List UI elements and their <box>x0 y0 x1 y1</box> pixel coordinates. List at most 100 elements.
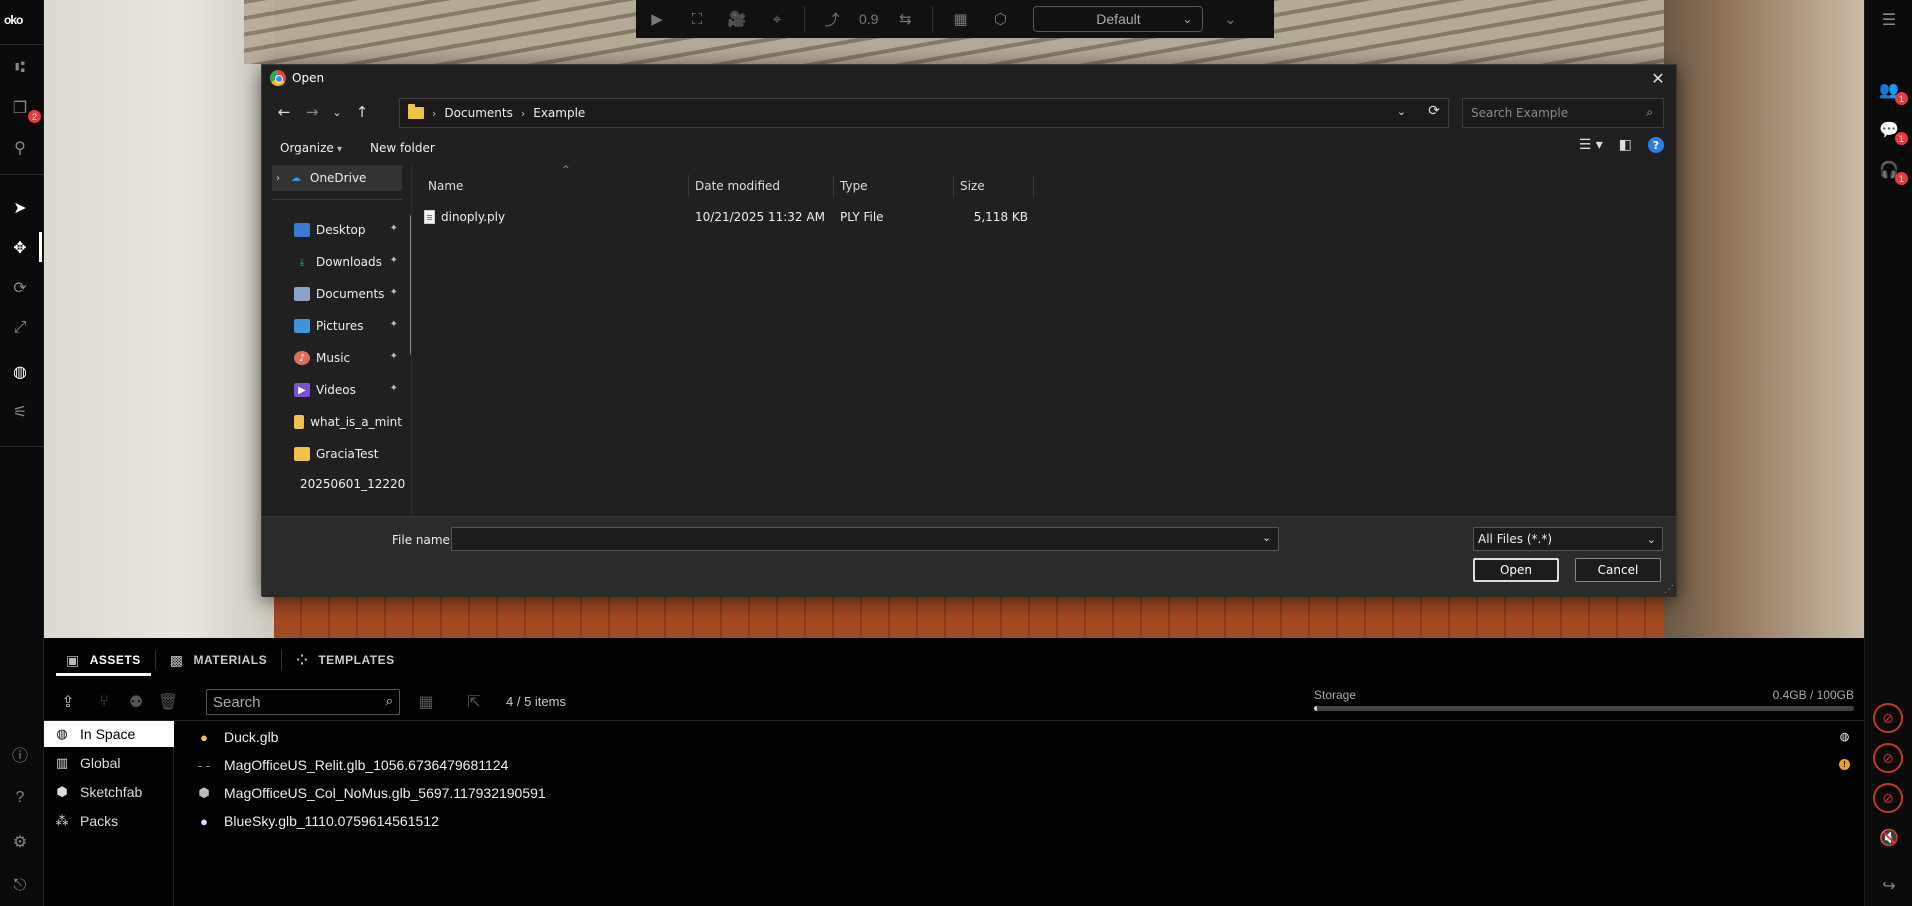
exit-icon[interactable]: ⎋ <box>8 874 32 898</box>
breadcrumb-documents[interactable]: Documents <box>444 106 512 120</box>
pin-icon[interactable]: ✦ <box>390 351 398 362</box>
breadcrumb-example[interactable]: Example <box>533 106 585 120</box>
nav-onedrive[interactable]: › ☁ OneDrive <box>272 165 402 191</box>
viewport-toolbar: ▶ ⛶ 🎥 ⌖ ⤴ 0.9 ⇆ ▦ ⬡ Default ⌄ ⌄ <box>636 0 1274 38</box>
tab-materials[interactable]: ▩ MATERIALS <box>160 638 277 682</box>
node-icon[interactable]: ⑂ <box>94 692 114 712</box>
organize-button[interactable]: Organize <box>280 141 342 155</box>
close-icon[interactable]: ✕ <box>1646 68 1670 88</box>
file-type-filter[interactable]: All Files (*.*) ⌄ <box>1473 527 1663 551</box>
source-in-space[interactable]: ◍ In Space <box>44 721 174 747</box>
preview-pane-icon[interactable]: ◧ <box>1619 137 1632 153</box>
chevron-right-icon[interactable]: › <box>276 173 280 184</box>
nav-desktop[interactable]: Desktop ✦ <box>262 217 402 243</box>
select-arrow-icon[interactable]: ➤ <box>8 196 32 220</box>
asset-search-input[interactable] <box>207 693 367 711</box>
source-global[interactable]: ▥ Global <box>44 750 174 776</box>
nav-pictures[interactable]: Pictures ✦ <box>262 313 402 339</box>
nav-downloads[interactable]: ⤓ Downloads ✦ <box>262 249 402 275</box>
screen-share-off-icon[interactable]: ⊘ <box>1873 703 1903 733</box>
search-icon[interactable]: ⌕ <box>386 693 393 709</box>
pin-icon[interactable]: ✦ <box>390 383 398 394</box>
speed-icon[interactable]: ⤴ <box>819 6 845 32</box>
dialog-search-input[interactable] <box>1471 106 1631 120</box>
file-type-filter-value: All Files (*.*) <box>1478 532 1553 546</box>
open-button[interactable]: Open <box>1473 558 1559 582</box>
search-icon[interactable]: ⌕ <box>1646 105 1653 120</box>
help-icon[interactable]: ? <box>1648 137 1664 153</box>
tab-templates[interactable]: ⁘ TEMPLATES <box>286 638 405 682</box>
mic-off-icon[interactable]: ⊘ <box>1873 743 1903 773</box>
scale-icon[interactable]: ⤢ <box>8 316 32 340</box>
nav-folder[interactable]: 20250601_12220 <box>262 471 405 497</box>
box-icon[interactable]: ⬡ <box>987 6 1013 32</box>
refresh-icon[interactable]: ⟳ <box>1428 103 1440 119</box>
robot-icon[interactable]: ⚉ <box>126 692 146 712</box>
back-arrow-icon[interactable]: ← <box>270 98 298 126</box>
info-icon[interactable]: ⓘ <box>8 742 32 766</box>
location-pin-icon[interactable]: ⚲ <box>8 136 32 160</box>
pin-icon[interactable]: ✦ <box>390 223 398 234</box>
file-row[interactable]: dinoply.ply 10/21/2025 11:32 AM PLY File… <box>422 205 1122 229</box>
forward-arrow-icon[interactable]: → <box>298 98 326 126</box>
file-name-input[interactable] <box>451 527 1279 551</box>
source-label: Packs <box>80 813 119 829</box>
nav-music[interactable]: ♪ Music ✦ <box>262 345 402 371</box>
grid-view-icon[interactable]: ▦ <box>416 692 436 712</box>
asset-row[interactable]: ⬢ MagOfficeUS_Col_NoMus.glb_5697.1179321… <box>184 779 1864 807</box>
map-pin-icon[interactable]: ⌖ <box>764 6 790 32</box>
chevron-down-icon[interactable]: ⌄ <box>1217 6 1243 32</box>
view-mode-select[interactable]: Default ⌄ <box>1033 6 1204 32</box>
grid-icon[interactable]: ▦ <box>947 6 973 32</box>
address-bar[interactable]: › Documents › Example ⌄ ⟳ <box>399 98 1449 128</box>
hierarchy-icon[interactable]: ⑆ <box>8 56 32 80</box>
resize-grip-icon[interactable]: ⋰ <box>1664 584 1674 595</box>
chrome-icon <box>270 70 286 86</box>
move-icon[interactable]: ✥ <box>8 236 32 260</box>
sliders-icon[interactable]: ⚟ <box>8 400 32 424</box>
fullscreen-icon[interactable]: ⛶ <box>684 6 710 32</box>
upload-icon[interactable]: ⇪ <box>58 692 78 712</box>
pin-icon[interactable]: ✦ <box>390 255 398 266</box>
tab-assets[interactable]: ▣ ASSETS <box>56 638 151 682</box>
pin-icon[interactable]: ✦ <box>390 319 398 330</box>
help-icon[interactable]: ? <box>8 786 32 810</box>
gear-icon[interactable]: ⚙ <box>8 830 32 854</box>
notification-badge: 2 <box>28 110 41 123</box>
chevron-down-icon[interactable]: ⌄ <box>1397 105 1406 118</box>
nav-label: Pictures <box>316 319 364 333</box>
view-details-icon[interactable]: ☰ ▾ <box>1579 137 1603 153</box>
recent-chevron-icon[interactable]: ⌄ <box>326 98 348 126</box>
column-size[interactable]: Size <box>954 175 1034 197</box>
play-icon[interactable]: ▶ <box>644 6 670 32</box>
share-icon[interactable]: ↪ <box>1877 874 1901 898</box>
camera-off-icon[interactable]: ⊘ <box>1873 783 1903 813</box>
column-date-modified[interactable]: Date modified <box>689 175 834 197</box>
rotate-icon[interactable]: ⟳ <box>8 276 32 300</box>
nav-videos[interactable]: ▶ Videos ✦ <box>262 377 402 403</box>
up-arrow-icon[interactable]: ↑ <box>348 98 376 126</box>
column-name[interactable]: Name <box>422 175 689 197</box>
globe-icon[interactable]: ◍ <box>8 360 32 384</box>
asset-row[interactable]: ● Duck.glb ◍ <box>184 723 1864 751</box>
nav-documents[interactable]: Documents ✦ <box>262 281 402 307</box>
trash-icon[interactable]: 🗑 <box>158 692 178 712</box>
swap-icon[interactable]: ⇆ <box>892 6 918 32</box>
speaker-mute-icon[interactable]: 🔇 <box>1877 826 1901 850</box>
settings-sliders-icon[interactable]: ☰ <box>1877 8 1901 32</box>
nav-folder[interactable]: GraciaTest <box>262 441 402 467</box>
new-folder-button[interactable]: New folder <box>370 141 435 155</box>
source-sketchfab[interactable]: ⬢ Sketchfab <box>44 779 174 805</box>
nav-folder[interactable]: what_is_a_mint <box>262 409 402 435</box>
asset-row[interactable]: - - MagOfficeUS_Relit.glb_1056.673647968… <box>184 751 1864 779</box>
pointer-icon[interactable]: ⇱ <box>464 692 484 712</box>
source-packs[interactable]: ⁂ Packs <box>44 808 174 834</box>
chevron-down-icon[interactable]: ⌄ <box>1262 531 1271 544</box>
pin-icon[interactable]: ✦ <box>390 287 398 298</box>
camera-icon[interactable]: 🎥 <box>724 6 750 32</box>
checker-icon: ▩ <box>169 651 184 668</box>
cancel-button[interactable]: Cancel <box>1575 558 1661 582</box>
nav-scrollbar[interactable] <box>410 215 411 355</box>
column-type[interactable]: Type <box>834 175 954 197</box>
asset-row[interactable]: ● BlueSky.glb_1110.0759614561512 <box>184 807 1864 835</box>
